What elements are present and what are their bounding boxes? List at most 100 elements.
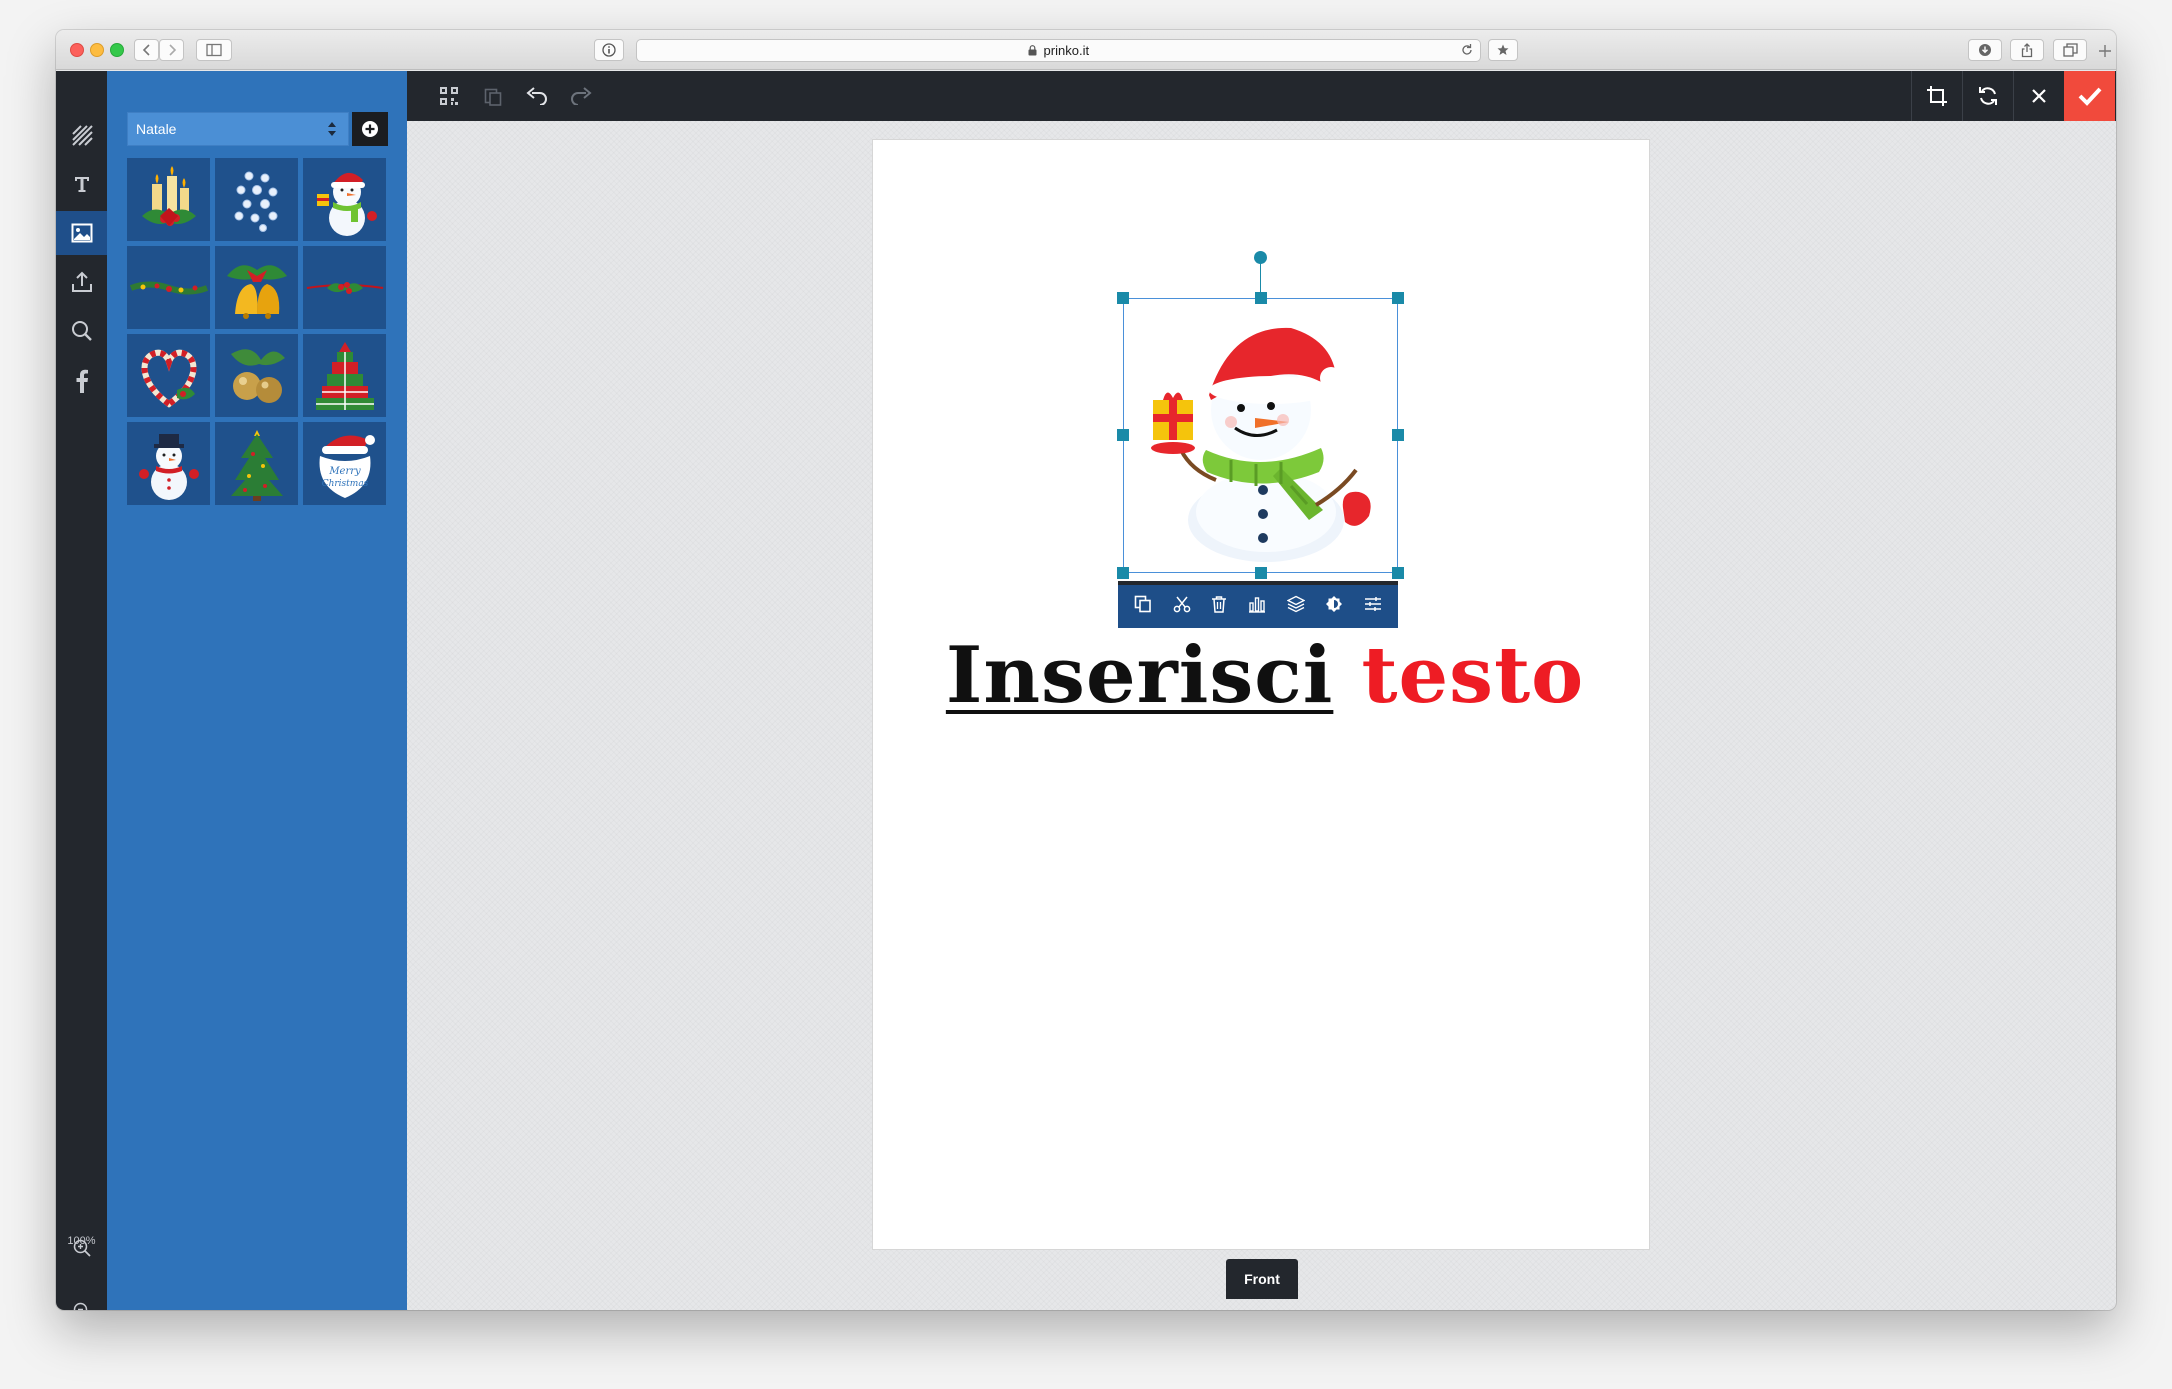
align-button[interactable] xyxy=(1248,595,1266,618)
clipart-candy-cane-heart[interactable] xyxy=(127,334,210,417)
clipboard-icon xyxy=(484,88,502,106)
clipart-snowflakes[interactable] xyxy=(215,158,298,241)
resize-handle-right[interactable] xyxy=(1392,429,1404,441)
delete-button[interactable] xyxy=(1211,595,1227,618)
crop-button[interactable] xyxy=(1911,71,1962,121)
qr-code-button[interactable] xyxy=(427,71,471,121)
selection-frame xyxy=(1123,298,1398,573)
sidebar-toggle-button[interactable] xyxy=(196,39,232,61)
clipart-panel: Natale Merry Christmas xyxy=(107,71,407,1310)
berry-garland-icon xyxy=(306,281,383,294)
refresh-icon xyxy=(1979,87,1997,105)
clipart-berry-garland[interactable] xyxy=(303,246,386,329)
confirm-button[interactable] xyxy=(2064,71,2115,121)
rotate-button[interactable] xyxy=(1962,71,2013,121)
redo-icon xyxy=(571,87,592,105)
redo-button[interactable] xyxy=(559,71,603,121)
santa-beard-icon: Merry Christmas xyxy=(319,434,375,498)
clipart-gift-tree[interactable] xyxy=(303,334,386,417)
close-editor-button[interactable] xyxy=(2013,71,2064,121)
sidebar-icon xyxy=(206,43,222,57)
browser-titlebar: prinko.it xyxy=(56,30,2116,70)
duplicate-button[interactable] xyxy=(1134,595,1152,618)
image-icon xyxy=(71,223,92,243)
text-word-inserisci: Inserisci xyxy=(945,630,1334,721)
downloads-button[interactable] xyxy=(1968,39,2002,61)
resize-handle-top[interactable] xyxy=(1255,292,1267,304)
clipart-christmas-tree[interactable] xyxy=(215,422,298,505)
address-bar[interactable]: prinko.it xyxy=(636,39,1481,62)
layers-icon xyxy=(1285,595,1306,613)
brightness-button[interactable] xyxy=(1325,595,1343,618)
snowman-hat-icon xyxy=(138,433,199,500)
text-icon xyxy=(74,177,89,192)
upload-icon xyxy=(71,271,92,292)
category-select[interactable]: Natale xyxy=(127,112,349,146)
cut-button[interactable] xyxy=(1173,595,1191,618)
rail-item-upload[interactable] xyxy=(56,260,107,304)
design-page[interactable]: Inserisci testo xyxy=(873,140,1649,1249)
search-icon xyxy=(71,321,92,341)
reload-icon[interactable] xyxy=(1460,43,1474,57)
resize-handle-left[interactable] xyxy=(1117,429,1129,441)
paste-button[interactable] xyxy=(471,71,515,121)
zoom-window-button[interactable] xyxy=(110,43,124,57)
tool-rail: 100% xyxy=(56,71,115,1310)
url-text: prinko.it xyxy=(1043,43,1090,58)
undo-button[interactable] xyxy=(515,71,559,121)
bar-chart-icon xyxy=(1248,597,1265,613)
christmas-tree-icon xyxy=(230,429,283,501)
clipart-grid: Merry Christmas xyxy=(127,158,386,505)
candles-icon xyxy=(141,165,196,226)
bookmark-button[interactable] xyxy=(1488,39,1518,61)
info-icon xyxy=(602,43,616,57)
brightness-icon xyxy=(1326,596,1343,612)
close-window-button[interactable] xyxy=(70,43,84,57)
side-tab-front[interactable]: Front xyxy=(1226,1259,1298,1299)
share-button[interactable] xyxy=(2010,39,2044,61)
crop-icon xyxy=(1927,86,1947,106)
svg-text:Merry: Merry xyxy=(328,466,361,477)
resize-handle-top-left[interactable] xyxy=(1117,292,1129,304)
adjustments-button[interactable] xyxy=(1364,595,1382,618)
zoom-out-button[interactable] xyxy=(56,1296,107,1310)
zoom-level: 100% xyxy=(67,1235,96,1247)
resize-handle-bottom[interactable] xyxy=(1255,567,1267,579)
copy-icon xyxy=(1134,595,1152,613)
design-workspace: Inserisci testo Front xyxy=(407,121,2116,1310)
clipart-snowman-hat[interactable] xyxy=(127,422,210,505)
tabs-icon xyxy=(2062,43,2078,57)
undo-icon xyxy=(526,87,547,105)
site-info-button[interactable] xyxy=(594,39,624,61)
checkmark-icon xyxy=(2078,87,2101,106)
forward-button[interactable] xyxy=(159,39,184,61)
plus-circle-icon xyxy=(362,121,378,137)
layers-button[interactable] xyxy=(1285,595,1306,618)
rail-item-text[interactable] xyxy=(56,162,107,206)
resize-handle-bottom-right[interactable] xyxy=(1392,567,1404,579)
candy-cane-heart-icon xyxy=(141,349,196,408)
chevron-left-icon xyxy=(142,44,150,56)
resize-handle-top-right[interactable] xyxy=(1392,292,1404,304)
minimize-window-button[interactable] xyxy=(90,43,104,57)
rail-item-patterns[interactable] xyxy=(56,113,107,157)
rotate-handle[interactable] xyxy=(1254,251,1267,264)
clipart-garland[interactable] xyxy=(127,246,210,329)
clipart-ornaments[interactable] xyxy=(215,334,298,417)
tabs-overview-button[interactable] xyxy=(2053,39,2087,61)
clipart-bells[interactable] xyxy=(215,246,298,329)
clipart-merry-christmas[interactable]: Merry Christmas xyxy=(303,422,386,505)
trash-icon xyxy=(1212,596,1227,613)
rail-item-facebook[interactable] xyxy=(56,359,107,403)
text-element[interactable]: Inserisci testo xyxy=(945,630,1585,721)
rail-item-search[interactable] xyxy=(56,309,107,353)
back-button[interactable] xyxy=(134,39,159,61)
new-tab-button[interactable] xyxy=(2096,42,2114,60)
rail-item-images[interactable] xyxy=(56,211,115,255)
lock-icon xyxy=(1028,45,1037,56)
add-category-button[interactable] xyxy=(352,112,388,146)
editor-toolbar xyxy=(407,71,2116,121)
clipart-candles[interactable] xyxy=(127,158,210,241)
clipart-snowman-gift[interactable] xyxy=(303,158,386,241)
resize-handle-bottom-left[interactable] xyxy=(1117,567,1129,579)
